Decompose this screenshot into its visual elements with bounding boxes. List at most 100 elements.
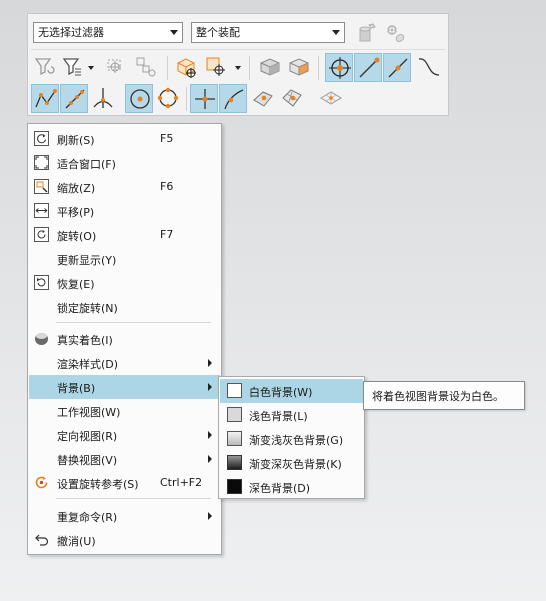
selection-scope-dropdown[interactable]: 整个装配: [191, 22, 345, 43]
menu-item-label: 真实着色(I): [57, 334, 113, 347]
toolbar-separator: [186, 87, 187, 111]
snap-intersection-button[interactable]: [89, 84, 117, 113]
fit-window-icon: [34, 155, 49, 170]
chevron-down-icon: [235, 66, 241, 70]
submenu-item-label: 深色背景(D): [249, 482, 311, 495]
snap-center-button[interactable]: [325, 53, 353, 82]
snap-body-button[interactable]: [173, 53, 201, 82]
filter-reset-button[interactable]: [31, 53, 59, 82]
menu-item-fit-window[interactable]: 适合窗口(F): [29, 151, 220, 175]
menu-item-label: 锁定旋转(N): [57, 302, 118, 315]
snap-point-button[interactable]: [202, 53, 242, 82]
menu-item-label: 设置旋转参考(S): [57, 478, 139, 491]
gradient-dark-gray-icon: [227, 455, 242, 470]
snap-arc-center-button[interactable]: [125, 84, 153, 113]
menu-item-repeat-command[interactable]: 重复命令(R): [29, 504, 220, 528]
selection-scope-value: 整个装配: [196, 26, 240, 39]
menu-item-orient-view[interactable]: 定向视图(R): [29, 423, 220, 447]
menu-item-label: 重复命令(R): [57, 511, 118, 524]
menu-item-work-view[interactable]: 工作视图(W): [29, 399, 220, 423]
rotate-reference-icon: [35, 476, 48, 489]
snap-endpoint-button[interactable]: [354, 53, 382, 82]
menu-item-replace-view[interactable]: 替换视图(V): [29, 447, 220, 471]
menu-item-set-rotation-reference[interactable]: 设置旋转参考(S) Ctrl+F2: [29, 471, 220, 495]
cube-snap-icon: [177, 58, 196, 78]
menu-item-rotate[interactable]: 旋转(O) F7: [29, 223, 220, 247]
submenu-item-label: 渐变浅灰色背景(G): [249, 434, 344, 447]
snap-point-icon: [206, 57, 225, 76]
snap-surface-button[interactable]: [249, 84, 277, 113]
submenu-arrow-icon: [208, 359, 212, 367]
menu-item-rendering-style[interactable]: 渲染样式(D): [29, 351, 220, 375]
view-edges-button[interactable]: [285, 53, 313, 82]
menu-item-label: 缩放(Z): [57, 182, 96, 195]
snap-existing-point-button[interactable]: [190, 84, 218, 113]
select-node-button[interactable]: [132, 53, 160, 82]
submenu-item-dark-background[interactable]: 深色背景(D): [220, 475, 363, 499]
snap-bounded-grid-button[interactable]: [278, 84, 306, 113]
menu-item-label: 替换视图(V): [57, 454, 118, 467]
menu-item-background[interactable]: 背景(B): [29, 375, 220, 399]
snap-midpoint-button[interactable]: [383, 53, 411, 82]
surface-grid-icon: [282, 89, 302, 107]
menu-item-shortcut: F5: [160, 132, 174, 145]
selection-toolbar: 无选择过滤器 整个装配: [27, 13, 449, 116]
submenu-arrow-icon: [208, 383, 212, 391]
grid-plane-icon: [320, 91, 342, 105]
menu-item-label: 旋转(O): [57, 230, 97, 243]
menu-item-pan[interactable]: 平移(P): [29, 199, 220, 223]
menu-separator: [56, 498, 211, 499]
cylinder-gray-icon: [359, 23, 376, 42]
menu-item-zoom[interactable]: 缩放(Z) F6: [29, 175, 220, 199]
menu-item-label: 刷新(S): [57, 134, 95, 147]
select-all-bodies-button[interactable]: [352, 20, 380, 49]
chevron-down-icon: [88, 66, 94, 70]
menu-item-label: 撤消(U): [57, 535, 96, 548]
snap-point-on-face-button[interactable]: [219, 84, 247, 113]
submenu-item-label: 渐变深灰色背景(K): [249, 458, 342, 471]
menu-item-update-display[interactable]: 更新显示(Y): [29, 247, 220, 271]
menu-item-shortcut: F7: [160, 228, 174, 241]
feature-select-icon: [107, 59, 121, 73]
snap-quadrant-button[interactable]: [154, 84, 182, 113]
view-shaded-button[interactable]: [256, 53, 284, 82]
refresh-icon: [34, 131, 49, 146]
menu-item-label: 渲染样式(D): [57, 358, 119, 371]
menu-separator: [56, 322, 211, 323]
menu-item-refresh[interactable]: 刷新(S) F5: [29, 127, 220, 151]
select-components-button[interactable]: [382, 20, 410, 49]
menu-item-label: 更新显示(Y): [57, 254, 117, 267]
dark-background-icon: [227, 479, 242, 494]
rotate-icon: [34, 227, 49, 242]
snap-control-point-button[interactable]: [31, 84, 59, 113]
menu-item-label: 背景(B): [57, 382, 96, 395]
background-submenu: 白色背景(W) 浅色背景(L) 渐变浅灰色背景(G) 渐变深灰色背景(K) 深色…: [218, 376, 365, 499]
menu-item-label: 适合窗口(F): [57, 158, 116, 171]
white-background-icon: [227, 383, 242, 398]
submenu-item-gradient-dark-gray[interactable]: 渐变深灰色背景(K): [220, 451, 363, 475]
select-feature-button[interactable]: [103, 53, 131, 82]
type-filter-dropdown[interactable]: 无选择过滤器: [33, 22, 183, 43]
menu-item-label: 平移(P): [57, 206, 95, 219]
cross-point-icon: [195, 89, 215, 109]
circle-quadrant-icon: [157, 87, 179, 109]
curve-icon: [418, 58, 440, 76]
menu-item-restore[interactable]: 恢复(E): [29, 271, 220, 295]
menu-item-undo[interactable]: 撤消(U): [29, 528, 220, 552]
menu-item-lock-rotation[interactable]: 锁定旋转(N): [29, 295, 220, 319]
snap-curve-button[interactable]: [415, 53, 443, 82]
snap-point-on-curve-button[interactable]: [60, 84, 88, 113]
toolbar-separator: [249, 56, 250, 80]
submenu-arrow-icon: [208, 512, 212, 520]
submenu-item-light-background[interactable]: 浅色背景(L): [220, 403, 363, 427]
menu-item-shortcut: F6: [160, 180, 174, 193]
menu-item-true-shading[interactable]: 真实着色(I): [29, 327, 220, 351]
submenu-item-white-background[interactable]: 白色背景(W): [220, 379, 363, 403]
intersection-icon: [93, 88, 113, 108]
submenu-item-label: 浅色背景(L): [249, 410, 308, 423]
submenu-item-gradient-light-gray[interactable]: 渐变浅灰色背景(G): [220, 427, 363, 451]
filter-options-button[interactable]: [59, 53, 95, 82]
tooltip-text: 将着色视图背景设为白色。: [372, 390, 504, 403]
snap-grid-button[interactable]: [317, 84, 345, 113]
cube-edges-icon: [289, 58, 309, 76]
